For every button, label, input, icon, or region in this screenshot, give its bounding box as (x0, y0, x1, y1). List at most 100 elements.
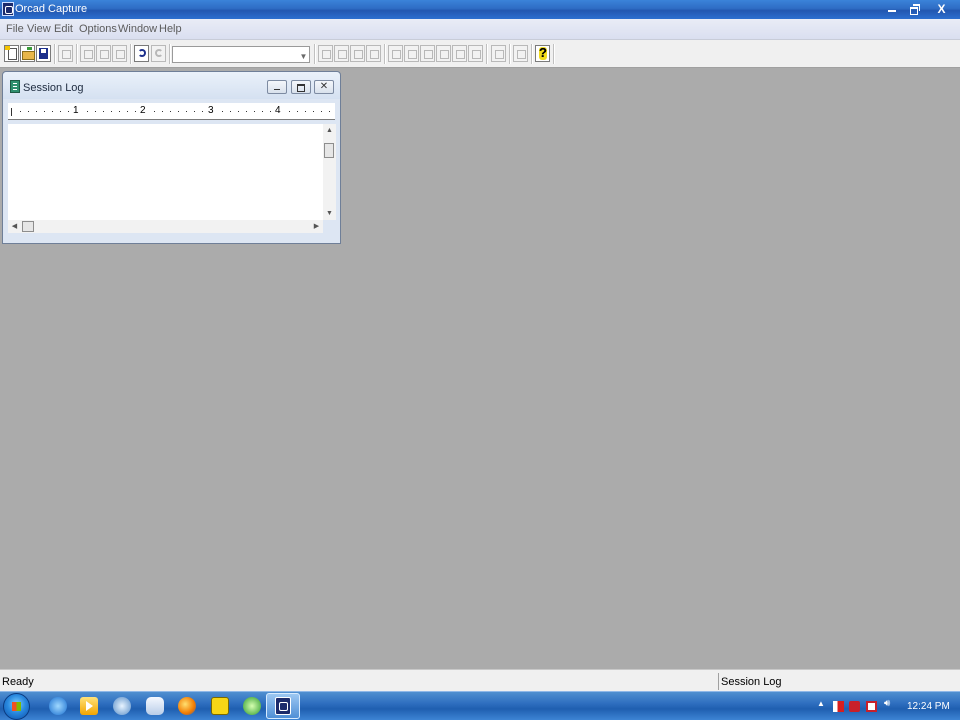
session-log-window[interactable]: Session Log ✕ 1 2 3 4 ▲ ▼ ◀ ▶ (2, 71, 341, 244)
session-log-text-area[interactable] (8, 124, 323, 220)
ruler-tick (119, 111, 120, 112)
ruler-number: 3 (208, 105, 214, 116)
firefox-icon[interactable] (178, 697, 196, 715)
ruler-tick (87, 111, 88, 112)
menu-options[interactable]: Options (79, 23, 117, 35)
ruler-number: 4 (275, 105, 281, 116)
ruler-tick (289, 111, 290, 112)
ruler-tick (202, 111, 203, 112)
network-status-icon[interactable] (866, 701, 877, 712)
annotate-icon[interactable] (388, 45, 403, 62)
tray-clock[interactable]: 12:24 PM (907, 701, 950, 712)
power-icon[interactable] (849, 701, 860, 712)
create-netlist-icon[interactable] (436, 45, 451, 62)
menu-view[interactable]: View (27, 23, 51, 35)
close-button[interactable]: X (928, 0, 955, 18)
zoom-area-icon[interactable] (350, 45, 365, 62)
ruler-tick (238, 111, 239, 112)
ruler[interactable]: 1 2 3 4 (8, 103, 335, 120)
back-annotate-icon[interactable] (404, 45, 419, 62)
ruler-tick (95, 111, 96, 112)
ruler-tick (178, 111, 179, 112)
menu-file[interactable]: File (6, 23, 24, 35)
menu-edit[interactable]: Edit (54, 23, 73, 35)
open-folder-icon[interactable] (20, 45, 35, 62)
undo-icon[interactable] (134, 45, 149, 62)
ruler-tick (162, 111, 163, 112)
volume-icon[interactable]: 🔊︎ (884, 698, 898, 709)
green-app-icon[interactable] (243, 697, 261, 715)
toolbar-separator (169, 44, 171, 64)
help-icon[interactable] (535, 45, 550, 62)
part-name-combo[interactable] (172, 46, 310, 63)
media-player-icon[interactable] (80, 697, 98, 715)
redo-icon[interactable] (151, 45, 166, 62)
network-icon[interactable] (113, 697, 131, 715)
ruler-tick (103, 111, 104, 112)
vertical-scroll-thumb[interactable] (324, 143, 334, 158)
ruler-tick (270, 111, 271, 112)
menu-bar: File View Edit Options Window Help (0, 19, 960, 40)
ruler-tick (246, 111, 247, 112)
bill-of-materials-icon[interactable] (468, 45, 483, 62)
save-disk-icon[interactable] (36, 45, 51, 62)
ruler-tick (36, 111, 37, 112)
scroll-up-icon[interactable]: ▲ (323, 124, 336, 137)
scroll-down-icon[interactable]: ▼ (323, 207, 336, 220)
toolbar-separator (553, 44, 555, 64)
copy-icon[interactable] (96, 45, 111, 62)
ruler-tick (127, 111, 128, 112)
project-manager-icon[interactable] (513, 45, 528, 62)
show-hidden-icons-icon[interactable]: ▲ (817, 699, 825, 708)
vertical-scrollbar[interactable]: ▲ ▼ (323, 124, 336, 220)
ruler-tick (321, 111, 322, 112)
internet-explorer-icon[interactable] (49, 697, 67, 715)
session-log-close-button[interactable]: ✕ (314, 80, 334, 94)
session-log-title-bar[interactable]: Session Log ✕ (3, 72, 340, 99)
ruler-tick (222, 111, 223, 112)
restore-button[interactable] (901, 0, 928, 18)
scroll-left-icon[interactable]: ◀ (8, 220, 21, 233)
horizontal-scroll-thumb[interactable] (22, 221, 34, 232)
taskbar-item-orcad-capture[interactable] (266, 693, 300, 719)
ruler-tick (28, 111, 29, 112)
ruler-tick (20, 111, 21, 112)
session-log-title: Session Log (23, 82, 84, 94)
ruler-tick (305, 111, 306, 112)
snap-to-grid-icon[interactable] (491, 45, 506, 62)
title-bar[interactable]: Orcad Capture X (0, 0, 960, 19)
ruler-tick (194, 111, 195, 112)
ruler-tick (254, 111, 255, 112)
zoom-out-icon[interactable] (334, 45, 349, 62)
status-bar: Ready Session Log (0, 669, 960, 691)
paste-icon[interactable] (112, 45, 127, 62)
toolbar-separator (531, 44, 533, 64)
toolbar-separator (384, 44, 386, 64)
size-grip-icon[interactable] (323, 220, 336, 233)
print-icon[interactable] (58, 45, 73, 62)
ruler-tick (52, 111, 53, 112)
windows-start-orb-icon[interactable] (3, 693, 30, 720)
design-rules-check-icon[interactable] (420, 45, 435, 62)
cut-icon[interactable] (80, 45, 95, 62)
toolbar-separator (314, 44, 316, 64)
sticky-notes-icon[interactable] (211, 697, 229, 715)
menu-help[interactable]: Help (159, 23, 182, 35)
horizontal-scrollbar[interactable]: ◀ ▶ (8, 220, 323, 233)
ruler-tick (154, 111, 155, 112)
app-icon[interactable] (2, 2, 14, 16)
chevron-down-icon[interactable]: ▼ (298, 48, 309, 62)
action-center-flag-icon[interactable] (833, 701, 844, 712)
zoom-in-icon[interactable] (318, 45, 333, 62)
ruler-tick (68, 111, 69, 112)
ruler-tick (230, 111, 231, 112)
session-log-restore-button[interactable] (291, 80, 311, 94)
session-log-minimize-button[interactable] (267, 80, 287, 94)
cross-reference-icon[interactable] (452, 45, 467, 62)
device-icon[interactable] (146, 697, 164, 715)
scroll-right-icon[interactable]: ▶ (310, 220, 323, 233)
menu-window[interactable]: Window (118, 23, 157, 35)
zoom-all-icon[interactable] (366, 45, 381, 62)
toolbar-separator (486, 44, 488, 64)
new-document-icon[interactable] (4, 45, 19, 62)
